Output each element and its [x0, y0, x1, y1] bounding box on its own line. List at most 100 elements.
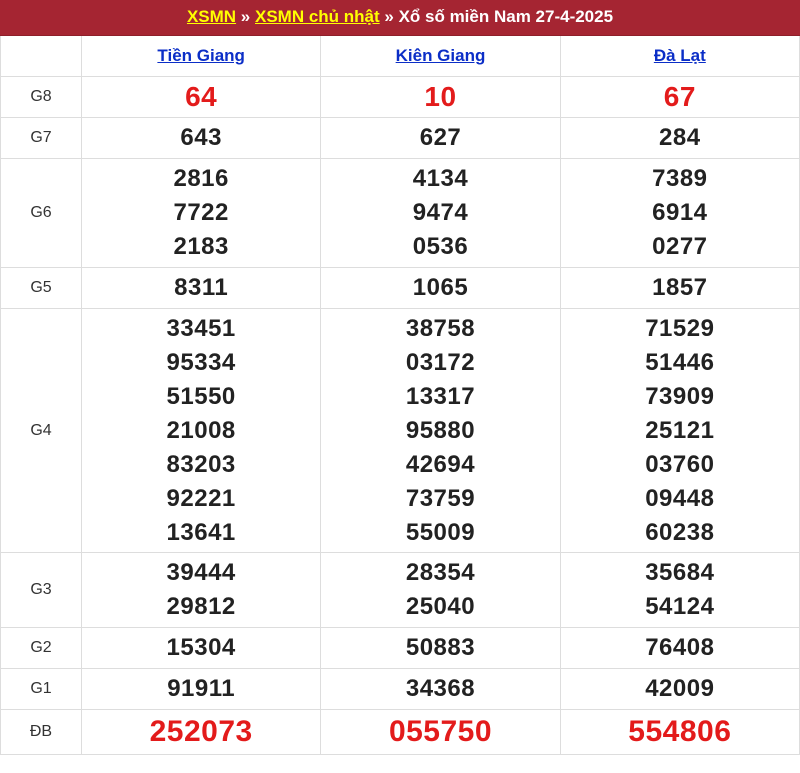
prize-number: 95880 — [405, 416, 476, 444]
prize-number: 54124 — [645, 593, 715, 620]
prize-row: G7 643 627 284 — [0, 117, 800, 159]
breadcrumb-link-xsmn-sunday[interactable]: XSMN chủ nhật — [255, 7, 380, 26]
prize-cell: 39444 29812 — [80, 552, 322, 628]
prize-number: 51550 — [166, 382, 236, 410]
province-link-da-lat[interactable]: Đà Lạt — [654, 46, 706, 65]
breadcrumb-separator: » — [379, 7, 399, 26]
province-header: Đà Lạt — [559, 36, 800, 77]
prize-cell: 284 — [559, 117, 800, 159]
prize-label: G1 — [0, 668, 82, 710]
prize-number: 09448 — [645, 484, 715, 512]
results-table: Tiền Giang Kiên Giang Đà Lạt G8 64 10 67 G7 6… — [0, 36, 800, 755]
prize-number: 55009 — [405, 518, 476, 546]
prize-row: G2 15304 50883 76408 — [0, 627, 800, 669]
prize-number: 92221 — [166, 484, 236, 512]
prize-number: 29812 — [166, 593, 236, 620]
prize-number: 51446 — [645, 348, 715, 376]
prize-cell: 71529 51446 73909 25121 03760 09448 60238 — [559, 308, 800, 553]
prize-number: 2183 — [173, 233, 229, 260]
prize-number: 554806 — [628, 715, 732, 748]
prize-number: 9474 — [412, 199, 469, 226]
prize-number: 10 — [424, 81, 457, 112]
prize-number: 95334 — [166, 348, 236, 376]
prize-label: G6 — [0, 158, 82, 268]
prize-number: 2816 — [173, 165, 229, 192]
prize-cell: 055750 — [320, 709, 561, 755]
prize-cell: 33451 95334 51550 21008 83203 92221 13641 — [80, 308, 322, 553]
prize-number: 76408 — [645, 634, 715, 661]
prize-number: 13641 — [166, 518, 236, 546]
prize-number: 0277 — [652, 233, 708, 260]
prize-cell: 64 — [80, 76, 322, 118]
prize-number: 055750 — [388, 715, 493, 748]
prize-number: 1857 — [652, 274, 708, 301]
province-header-row: Tiền Giang Kiên Giang Đà Lạt — [0, 36, 800, 77]
page-title: Xổ số miền Nam 27-4-2025 — [398, 7, 614, 26]
province-header: Tiền Giang — [80, 36, 322, 77]
province-link-tien-giang[interactable]: Tiền Giang — [157, 46, 245, 65]
prize-cell: 1857 — [559, 267, 800, 309]
prize-number: 7389 — [652, 165, 708, 192]
prize-label: G5 — [0, 267, 82, 309]
prize-number: 15304 — [166, 634, 236, 661]
prize-number: 35684 — [645, 559, 715, 586]
prize-number: 34368 — [405, 675, 476, 702]
prize-number: 91911 — [167, 675, 236, 702]
province-header: Kiên Giang — [320, 36, 561, 77]
prize-number: 1065 — [412, 274, 469, 301]
prize-cell: 1065 — [320, 267, 561, 309]
prize-number: 50883 — [405, 634, 476, 661]
prize-number: 643 — [180, 124, 222, 151]
prize-label: ĐB — [0, 709, 82, 755]
prize-number: 39444 — [166, 559, 236, 586]
prize-cell: 15304 — [80, 627, 322, 669]
prize-number: 03760 — [645, 450, 715, 478]
prize-number: 64 — [185, 81, 218, 112]
prize-cell: 42009 — [559, 668, 800, 710]
prize-number: 284 — [659, 124, 701, 151]
prize-number: 252073 — [149, 715, 253, 748]
prize-cell: 67 — [559, 76, 800, 118]
prize-label: G3 — [0, 552, 82, 628]
prize-label: G4 — [0, 308, 82, 553]
prize-number: 03172 — [405, 348, 476, 376]
prize-number: 0536 — [412, 233, 469, 260]
prize-number: 25121 — [645, 416, 715, 444]
prize-row: G8 64 10 67 — [0, 76, 800, 118]
prize-number: 67 — [663, 81, 696, 112]
breadcrumb-link-xsmn[interactable]: XSMN — [187, 7, 236, 26]
prize-cell: 7389 6914 0277 — [559, 158, 800, 268]
prize-number: 21008 — [166, 416, 236, 444]
prize-number: 4134 — [412, 165, 469, 192]
prize-number: 71529 — [645, 314, 715, 342]
prize-cell: 10 — [320, 76, 561, 118]
prize-number: 627 — [419, 124, 462, 151]
prize-cell: 91911 — [80, 668, 322, 710]
prize-cell: 554806 — [559, 709, 800, 755]
corner-cell — [0, 36, 82, 77]
province-link-kien-giang[interactable]: Kiên Giang — [396, 46, 486, 65]
prize-number: 13317 — [405, 382, 476, 410]
prize-row: ĐB 252073 055750 554806 — [0, 709, 800, 755]
prize-row: G6 2816 7722 2183 4134 9474 0536 7389 6914 0277 — [0, 158, 800, 268]
breadcrumb-bar: XSMN » XSMN chủ nhật » Xổ số miền Nam 27… — [0, 0, 800, 36]
prize-number: 25040 — [405, 593, 476, 620]
prize-row: G4 33451 95334 51550 21008 83203 92221 13641 387… — [0, 308, 800, 553]
prize-number: 73759 — [405, 484, 476, 512]
prize-cell: 4134 9474 0536 — [320, 158, 561, 268]
prize-number: 42694 — [405, 450, 476, 478]
prize-cell: 627 — [320, 117, 561, 159]
prize-row: G1 91911 34368 42009 — [0, 668, 800, 710]
prize-number: 42009 — [645, 675, 715, 702]
prize-cell: 643 — [80, 117, 322, 159]
prize-cell: 252073 — [80, 709, 322, 755]
prize-cell: 76408 — [559, 627, 800, 669]
prize-label: G8 — [0, 76, 82, 118]
prize-cell: 2816 7722 2183 — [80, 158, 322, 268]
prize-number: 38758 — [405, 314, 476, 342]
prize-number: 33451 — [166, 314, 236, 342]
prize-cell: 28354 25040 — [320, 552, 561, 628]
prize-label: G2 — [0, 627, 82, 669]
prize-number: 8311 — [174, 274, 229, 301]
prize-label: G7 — [0, 117, 82, 159]
